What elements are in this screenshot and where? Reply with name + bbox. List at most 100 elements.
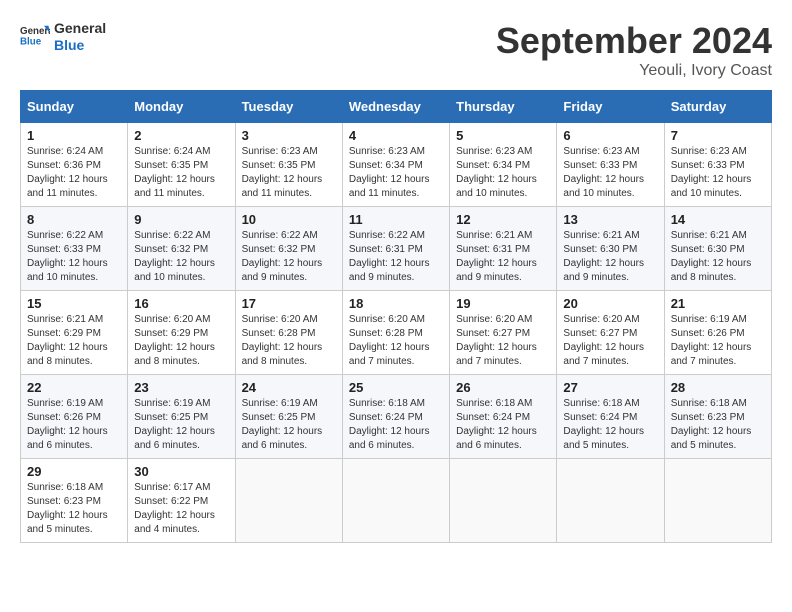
daylight-label: Daylight: 12 hours and 7 minutes. bbox=[671, 342, 752, 367]
sunrise-label: Sunrise: 6:20 AM bbox=[456, 314, 532, 325]
sunrise-label: Sunrise: 6:19 AM bbox=[27, 398, 103, 409]
day-number: 24 bbox=[242, 380, 336, 395]
sunrise-label: Sunrise: 6:23 AM bbox=[563, 146, 639, 157]
sunrise-label: Sunrise: 6:21 AM bbox=[671, 230, 747, 241]
day-info: Sunrise: 6:21 AM Sunset: 6:31 PM Dayligh… bbox=[456, 229, 550, 285]
day-info: Sunrise: 6:18 AM Sunset: 6:24 PM Dayligh… bbox=[456, 397, 550, 453]
daylight-label: Daylight: 12 hours and 10 minutes. bbox=[134, 258, 215, 283]
sunrise-label: Sunrise: 6:18 AM bbox=[349, 398, 425, 409]
sunrise-label: Sunrise: 6:20 AM bbox=[242, 314, 318, 325]
daylight-label: Daylight: 12 hours and 10 minutes. bbox=[27, 258, 108, 283]
day-info: Sunrise: 6:19 AM Sunset: 6:25 PM Dayligh… bbox=[134, 397, 228, 453]
table-row: 15 Sunrise: 6:21 AM Sunset: 6:29 PM Dayl… bbox=[21, 291, 128, 375]
sunset-label: Sunset: 6:24 PM bbox=[563, 412, 637, 423]
day-number: 3 bbox=[242, 128, 336, 143]
daylight-label: Daylight: 12 hours and 5 minutes. bbox=[27, 510, 108, 535]
day-number: 12 bbox=[456, 212, 550, 227]
sunset-label: Sunset: 6:30 PM bbox=[671, 244, 745, 255]
table-row: 29 Sunrise: 6:18 AM Sunset: 6:23 PM Dayl… bbox=[21, 459, 128, 543]
day-number: 6 bbox=[563, 128, 657, 143]
table-row bbox=[342, 459, 449, 543]
day-number: 8 bbox=[27, 212, 121, 227]
daylight-label: Daylight: 12 hours and 9 minutes. bbox=[563, 258, 644, 283]
table-row: 25 Sunrise: 6:18 AM Sunset: 6:24 PM Dayl… bbox=[342, 375, 449, 459]
sunrise-label: Sunrise: 6:22 AM bbox=[242, 230, 318, 241]
sunset-label: Sunset: 6:33 PM bbox=[27, 244, 101, 255]
sunrise-label: Sunrise: 6:19 AM bbox=[671, 314, 747, 325]
sunrise-label: Sunrise: 6:23 AM bbox=[671, 146, 747, 157]
day-number: 1 bbox=[27, 128, 121, 143]
table-row: 11 Sunrise: 6:22 AM Sunset: 6:31 PM Dayl… bbox=[342, 207, 449, 291]
day-info: Sunrise: 6:23 AM Sunset: 6:35 PM Dayligh… bbox=[242, 145, 336, 201]
day-info: Sunrise: 6:19 AM Sunset: 6:25 PM Dayligh… bbox=[242, 397, 336, 453]
sunrise-label: Sunrise: 6:22 AM bbox=[27, 230, 103, 241]
sunset-label: Sunset: 6:36 PM bbox=[27, 160, 101, 171]
day-number: 10 bbox=[242, 212, 336, 227]
sunset-label: Sunset: 6:35 PM bbox=[242, 160, 316, 171]
sunrise-label: Sunrise: 6:21 AM bbox=[27, 314, 103, 325]
day-info: Sunrise: 6:21 AM Sunset: 6:30 PM Dayligh… bbox=[671, 229, 765, 285]
day-info: Sunrise: 6:24 AM Sunset: 6:35 PM Dayligh… bbox=[134, 145, 228, 201]
sunset-label: Sunset: 6:33 PM bbox=[563, 160, 637, 171]
col-wednesday: Wednesday bbox=[342, 91, 449, 123]
day-info: Sunrise: 6:20 AM Sunset: 6:29 PM Dayligh… bbox=[134, 313, 228, 369]
day-info: Sunrise: 6:22 AM Sunset: 6:32 PM Dayligh… bbox=[134, 229, 228, 285]
sunset-label: Sunset: 6:28 PM bbox=[349, 328, 423, 339]
calendar-week-row: 29 Sunrise: 6:18 AM Sunset: 6:23 PM Dayl… bbox=[21, 459, 772, 543]
sunset-label: Sunset: 6:29 PM bbox=[27, 328, 101, 339]
sunrise-label: Sunrise: 6:20 AM bbox=[134, 314, 210, 325]
sunset-label: Sunset: 6:29 PM bbox=[134, 328, 208, 339]
sunset-label: Sunset: 6:22 PM bbox=[134, 496, 208, 507]
day-info: Sunrise: 6:20 AM Sunset: 6:28 PM Dayligh… bbox=[349, 313, 443, 369]
table-row: 9 Sunrise: 6:22 AM Sunset: 6:32 PM Dayli… bbox=[128, 207, 235, 291]
col-saturday: Saturday bbox=[664, 91, 771, 123]
sunset-label: Sunset: 6:24 PM bbox=[456, 412, 530, 423]
daylight-label: Daylight: 12 hours and 8 minutes. bbox=[134, 342, 215, 367]
daylight-label: Daylight: 12 hours and 5 minutes. bbox=[563, 426, 644, 451]
daylight-label: Daylight: 12 hours and 8 minutes. bbox=[27, 342, 108, 367]
day-number: 23 bbox=[134, 380, 228, 395]
table-row: 22 Sunrise: 6:19 AM Sunset: 6:26 PM Dayl… bbox=[21, 375, 128, 459]
daylight-label: Daylight: 12 hours and 6 minutes. bbox=[456, 426, 537, 451]
sunset-label: Sunset: 6:34 PM bbox=[456, 160, 530, 171]
sunset-label: Sunset: 6:27 PM bbox=[456, 328, 530, 339]
sunset-label: Sunset: 6:33 PM bbox=[671, 160, 745, 171]
sunset-label: Sunset: 6:28 PM bbox=[242, 328, 316, 339]
sunrise-label: Sunrise: 6:20 AM bbox=[563, 314, 639, 325]
day-info: Sunrise: 6:21 AM Sunset: 6:30 PM Dayligh… bbox=[563, 229, 657, 285]
sunrise-label: Sunrise: 6:21 AM bbox=[456, 230, 532, 241]
sunrise-label: Sunrise: 6:24 AM bbox=[134, 146, 210, 157]
daylight-label: Daylight: 12 hours and 6 minutes. bbox=[242, 426, 323, 451]
sunrise-label: Sunrise: 6:18 AM bbox=[671, 398, 747, 409]
table-row: 20 Sunrise: 6:20 AM Sunset: 6:27 PM Dayl… bbox=[557, 291, 664, 375]
daylight-label: Daylight: 12 hours and 10 minutes. bbox=[563, 174, 644, 199]
daylight-label: Daylight: 12 hours and 11 minutes. bbox=[242, 174, 323, 199]
daylight-label: Daylight: 12 hours and 8 minutes. bbox=[242, 342, 323, 367]
sunrise-label: Sunrise: 6:22 AM bbox=[349, 230, 425, 241]
table-row: 18 Sunrise: 6:20 AM Sunset: 6:28 PM Dayl… bbox=[342, 291, 449, 375]
daylight-label: Daylight: 12 hours and 6 minutes. bbox=[349, 426, 430, 451]
col-sunday: Sunday bbox=[21, 91, 128, 123]
sunrise-label: Sunrise: 6:23 AM bbox=[456, 146, 532, 157]
day-info: Sunrise: 6:19 AM Sunset: 6:26 PM Dayligh… bbox=[27, 397, 121, 453]
logo-icon: General Blue bbox=[20, 22, 50, 52]
day-number: 18 bbox=[349, 296, 443, 311]
day-info: Sunrise: 6:22 AM Sunset: 6:33 PM Dayligh… bbox=[27, 229, 121, 285]
col-monday: Monday bbox=[128, 91, 235, 123]
day-number: 2 bbox=[134, 128, 228, 143]
calendar-header-row: Sunday Monday Tuesday Wednesday Thursday… bbox=[21, 91, 772, 123]
header: General Blue General Blue September 2024… bbox=[20, 20, 772, 80]
daylight-label: Daylight: 12 hours and 10 minutes. bbox=[671, 174, 752, 199]
day-info: Sunrise: 6:19 AM Sunset: 6:26 PM Dayligh… bbox=[671, 313, 765, 369]
table-row: 21 Sunrise: 6:19 AM Sunset: 6:26 PM Dayl… bbox=[664, 291, 771, 375]
table-row: 24 Sunrise: 6:19 AM Sunset: 6:25 PM Dayl… bbox=[235, 375, 342, 459]
daylight-label: Daylight: 12 hours and 7 minutes. bbox=[456, 342, 537, 367]
title-section: September 2024 Yeouli, Ivory Coast bbox=[496, 20, 772, 80]
location-title: Yeouli, Ivory Coast bbox=[496, 62, 772, 80]
day-number: 25 bbox=[349, 380, 443, 395]
daylight-label: Daylight: 12 hours and 6 minutes. bbox=[134, 426, 215, 451]
day-number: 29 bbox=[27, 464, 121, 479]
sunset-label: Sunset: 6:26 PM bbox=[27, 412, 101, 423]
daylight-label: Daylight: 12 hours and 6 minutes. bbox=[27, 426, 108, 451]
day-number: 26 bbox=[456, 380, 550, 395]
